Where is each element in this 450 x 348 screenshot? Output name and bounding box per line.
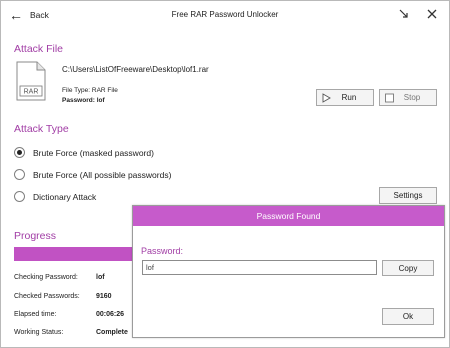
title-bar: ← Back Free RAR Password Unlocker bbox=[1, 1, 449, 27]
checking-password-label: Checking Password: bbox=[14, 274, 78, 281]
checked-passwords-value: 9160 bbox=[96, 293, 112, 300]
radio-brute-force-all[interactable]: Brute Force (All possible passwords) bbox=[14, 169, 171, 180]
checked-passwords-label: Checked Passwords: bbox=[14, 293, 80, 300]
progress-bar bbox=[14, 247, 134, 261]
rar-file-icon: RAR bbox=[16, 61, 46, 101]
attack-file-heading: Attack File bbox=[14, 43, 64, 55]
window-title: Free RAR Password Unlocker bbox=[171, 10, 279, 19]
radio-label: Brute Force (masked password) bbox=[33, 147, 154, 158]
dialog-title: Password Found bbox=[133, 206, 444, 226]
radio-brute-force-masked[interactable]: Brute Force (masked password) bbox=[14, 147, 154, 158]
elapsed-time-value: 00:06:26 bbox=[96, 311, 125, 318]
file-password-label: Password: bbox=[62, 97, 95, 104]
stop-button[interactable]: Stop bbox=[379, 89, 437, 106]
file-type-label: File Type: bbox=[62, 87, 91, 94]
settings-button[interactable]: Settings bbox=[379, 187, 437, 204]
file-path: C:\Users\ListOfFreeware\Desktop\lof1.rar bbox=[62, 65, 209, 74]
attack-type-heading: Attack Type bbox=[14, 123, 69, 135]
ok-button[interactable]: Ok bbox=[382, 308, 434, 325]
dialog-password-label: Password: bbox=[141, 246, 184, 256]
play-icon bbox=[322, 93, 331, 103]
working-status-value: Complete bbox=[96, 329, 128, 336]
radio-dot bbox=[14, 169, 25, 180]
progress-heading: Progress bbox=[14, 230, 57, 242]
password-found-dialog: Password Found Password: Copy Ok bbox=[132, 205, 445, 338]
copy-button[interactable]: Copy bbox=[382, 260, 434, 276]
file-password-row: Password: lof bbox=[62, 97, 105, 104]
file-type-row: File Type: RAR File bbox=[62, 87, 118, 94]
radio-dot bbox=[14, 147, 25, 158]
radio-dot bbox=[14, 191, 25, 202]
close-button[interactable] bbox=[425, 7, 439, 21]
app-window: ← Back Free RAR Password Unlocker Attack… bbox=[0, 0, 450, 348]
working-status-label: Working Status: bbox=[14, 329, 64, 336]
file-type-value: RAR File bbox=[91, 87, 118, 94]
checking-password-value: lof bbox=[96, 274, 105, 281]
radio-label: Dictionary Attack bbox=[33, 191, 97, 202]
run-button[interactable]: Run bbox=[316, 89, 374, 106]
rar-icon-text: RAR bbox=[24, 89, 39, 96]
file-password-value: lof bbox=[96, 97, 105, 104]
run-label: Run bbox=[341, 93, 357, 102]
stop-label: Stop bbox=[403, 93, 421, 102]
radio-dictionary-attack[interactable]: Dictionary Attack bbox=[14, 191, 96, 202]
close-icon bbox=[427, 9, 437, 19]
minimize-button[interactable] bbox=[397, 7, 411, 21]
stop-icon bbox=[385, 93, 394, 103]
radio-label: Brute Force (All possible passwords) bbox=[33, 169, 172, 180]
found-password-field[interactable] bbox=[142, 260, 377, 275]
elapsed-time-label: Elapsed time: bbox=[14, 311, 57, 318]
minimize-diagonal-icon bbox=[399, 9, 408, 18]
